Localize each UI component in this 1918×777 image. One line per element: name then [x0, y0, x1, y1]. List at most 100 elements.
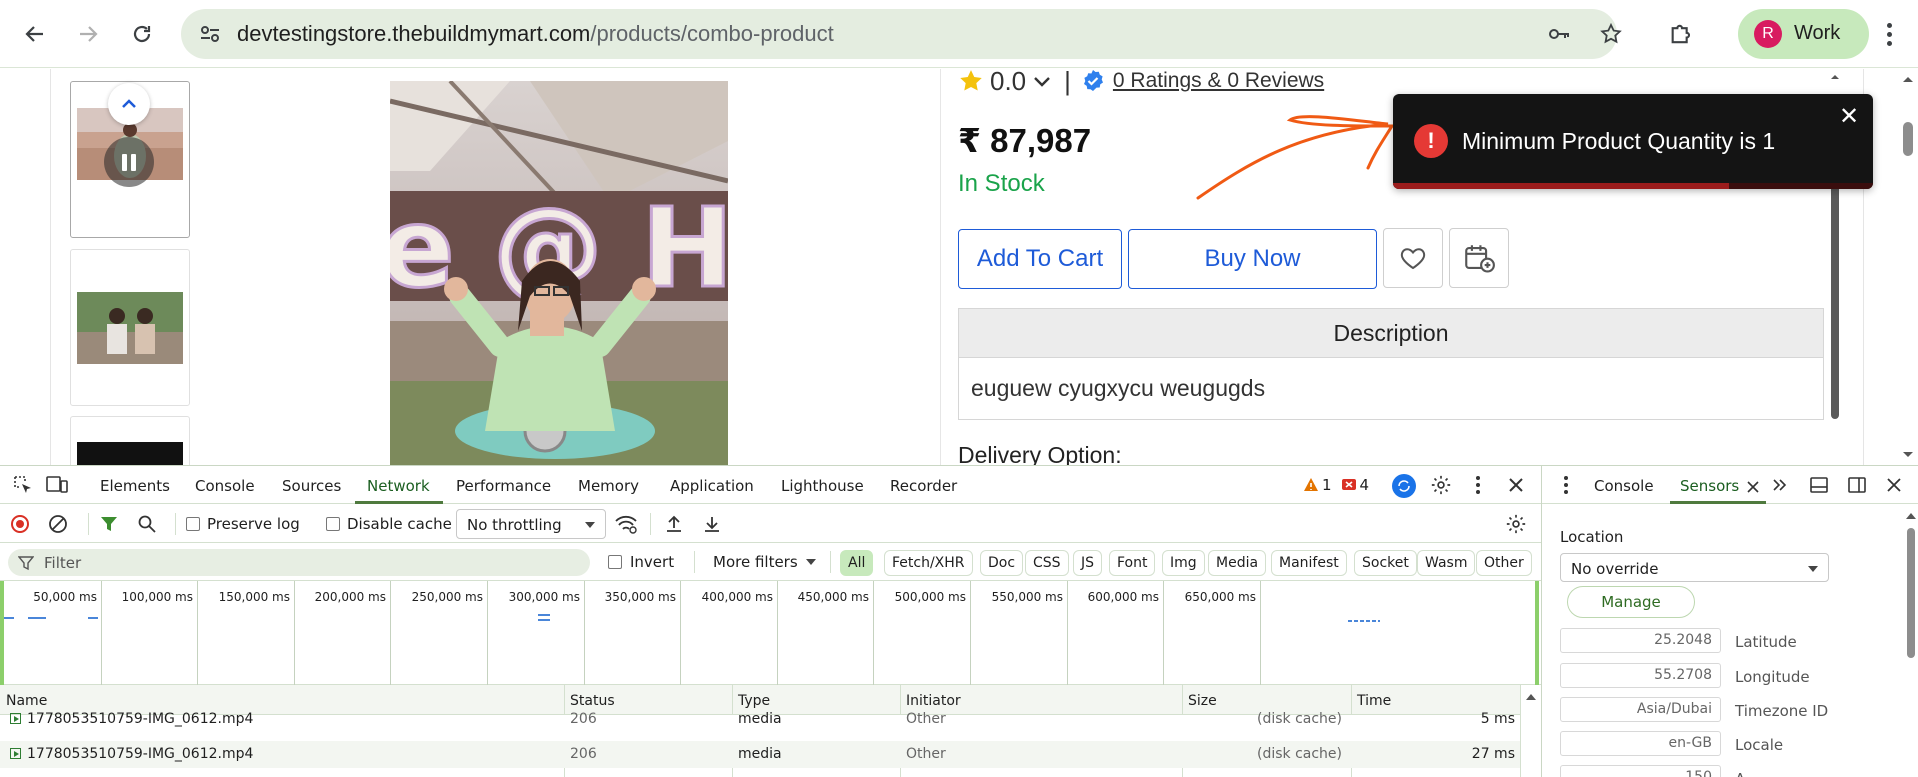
schedule-button[interactable] [1449, 228, 1509, 288]
column-size[interactable]: Size [1188, 693, 1217, 709]
page-scrollbar-thumb[interactable] [1903, 122, 1913, 156]
drawer-menu-button[interactable] [1564, 476, 1568, 494]
column-name[interactable]: Name [6, 693, 47, 709]
device-toolbar-icon[interactable] [46, 475, 68, 495]
drawer-tab-console[interactable]: Console [1594, 477, 1654, 495]
drawer-scroll-up-icon[interactable] [1905, 510, 1917, 522]
record-button[interactable] [11, 515, 29, 533]
disable-cache-checkbox[interactable]: Disable cache [326, 515, 452, 533]
back-button[interactable] [17, 16, 53, 52]
close-drawer-icon[interactable] [1885, 476, 1903, 494]
network-timeline[interactable]: 50,000 ms 100,000 ms 150,000 ms 200,000 ms 2… [0, 581, 1541, 685]
location-select[interactable]: No override [1560, 553, 1829, 582]
pause-button[interactable] [104, 137, 154, 187]
location-label: Location [1560, 528, 1624, 546]
tab-sources[interactable]: Sources [282, 477, 341, 495]
type-filter-img[interactable]: Img [1162, 550, 1205, 576]
site-info-icon[interactable] [198, 22, 222, 46]
type-filter-font[interactable]: Font [1109, 550, 1156, 576]
type-filter-wasm[interactable]: Wasm [1417, 550, 1476, 576]
product-main-image[interactable]: e @ He [390, 81, 728, 465]
inspect-element-icon[interactable] [13, 475, 33, 495]
drawer-tab-sensors[interactable]: Sensors [1680, 477, 1739, 495]
reviews-link[interactable]: 0 Ratings & 0 Reviews [1113, 69, 1324, 93]
network-settings-icon[interactable] [1505, 513, 1527, 535]
tab-elements[interactable]: Elements [100, 477, 170, 495]
export-har-icon[interactable] [702, 514, 722, 534]
browser-menu-button[interactable] [1877, 16, 1901, 52]
drawer-scrollbar[interactable] [1903, 506, 1918, 777]
close-tab-icon[interactable] [1746, 480, 1760, 494]
chevron-down-icon[interactable] [1030, 69, 1054, 93]
scroll-up-arrow-icon[interactable] [1829, 71, 1841, 83]
tab-recorder[interactable]: Recorder [890, 477, 957, 495]
description-heading[interactable]: Description [958, 308, 1824, 358]
column-status[interactable]: Status [570, 693, 615, 709]
address-bar[interactable]: devtestingstore.thebuildmymart.com/produ… [181, 9, 1622, 59]
throttling-select[interactable]: No throttling [456, 509, 606, 539]
bookmark-star-icon[interactable] [1599, 22, 1623, 46]
type-filter-manifest[interactable]: Manifest [1271, 550, 1347, 576]
column-time[interactable]: Time [1357, 693, 1391, 709]
type-filter-fetch-xhr[interactable]: Fetch/XHR [884, 550, 973, 576]
buy-now-button[interactable]: Buy Now [1128, 229, 1377, 289]
devtools-more-button[interactable] [1476, 476, 1480, 494]
wishlist-button[interactable] [1383, 228, 1443, 288]
manage-button[interactable]: Manage [1567, 586, 1695, 618]
profile-button[interactable]: R Work [1738, 9, 1869, 59]
add-to-cart-button[interactable]: Add To Cart [958, 229, 1122, 289]
toast-close-button[interactable]: ✕ [1839, 102, 1859, 131]
dock-bottom-icon[interactable] [1809, 475, 1829, 495]
product-thumbnail[interactable] [70, 416, 190, 465]
more-tabs-icon[interactable] [1771, 476, 1789, 494]
issues-counter[interactable]: 1 4 [1303, 476, 1369, 494]
type-filter-other[interactable]: Other [1476, 550, 1532, 576]
column-type[interactable]: Type [738, 693, 770, 709]
page-scroll-up-icon[interactable] [1901, 73, 1915, 87]
table-row[interactable]: 1778053510759-IMG_0612.mp4 206 media Oth… [0, 741, 1520, 768]
page-scroll-down-icon[interactable] [1901, 447, 1915, 461]
latitude-field[interactable]: 25.2048 [1560, 628, 1721, 653]
table-scroll-up-icon[interactable] [1525, 691, 1537, 703]
table-scrollbar[interactable] [1520, 685, 1541, 777]
ai-assistance-button[interactable] [1392, 474, 1416, 498]
network-conditions-icon[interactable] [614, 514, 638, 534]
tab-performance[interactable]: Performance [456, 477, 551, 495]
type-filter-doc[interactable]: Doc [980, 550, 1024, 576]
tab-console[interactable]: Console [195, 477, 255, 495]
request-size: (disk cache) [1256, 711, 1342, 727]
extensions-icon[interactable] [1668, 20, 1696, 48]
close-devtools-icon[interactable] [1507, 476, 1525, 494]
tab-network[interactable]: Network [367, 477, 430, 495]
preserve-log-checkbox[interactable]: Preserve log [186, 515, 300, 533]
import-har-icon[interactable] [664, 514, 684, 534]
accuracy-field[interactable]: 150 [1560, 765, 1721, 777]
filter-icon[interactable] [100, 515, 118, 533]
type-filter-css[interactable]: CSS [1025, 550, 1069, 576]
search-icon[interactable] [137, 514, 157, 534]
tab-lighthouse[interactable]: Lighthouse [781, 477, 864, 495]
password-key-icon[interactable] [1547, 22, 1571, 46]
longitude-field[interactable]: 55.2708 [1560, 663, 1721, 688]
thumbnail-scroll-up-button[interactable] [108, 83, 150, 125]
url-text[interactable]: devtestingstore.thebuildmymart.com/produ… [237, 21, 834, 47]
table-row[interactable]: 1778053510759-IMG_0612.mp4 206 media Oth… [0, 711, 1520, 742]
reload-button[interactable] [124, 16, 160, 52]
filter-input[interactable]: Filter [8, 549, 590, 576]
product-thumbnail[interactable] [70, 249, 190, 406]
timezone-field[interactable]: Asia/Dubai [1560, 697, 1721, 722]
type-filter-media[interactable]: Media [1208, 550, 1267, 576]
more-filters-dropdown[interactable]: More filters [713, 553, 816, 571]
dock-side-icon[interactable] [1847, 475, 1867, 495]
column-initiator[interactable]: Initiator [906, 693, 961, 709]
tab-application[interactable]: Application [670, 477, 754, 495]
forward-button[interactable] [70, 16, 106, 52]
clear-icon[interactable] [48, 514, 68, 534]
tab-memory[interactable]: Memory [578, 477, 639, 495]
invert-checkbox[interactable]: Invert [608, 553, 674, 571]
settings-gear-icon[interactable] [1430, 474, 1452, 496]
type-filter-all[interactable]: All [840, 550, 874, 576]
locale-field[interactable]: en-GB [1560, 731, 1721, 756]
type-filter-js[interactable]: JS [1073, 550, 1103, 576]
type-filter-socket[interactable]: Socket [1354, 550, 1417, 576]
